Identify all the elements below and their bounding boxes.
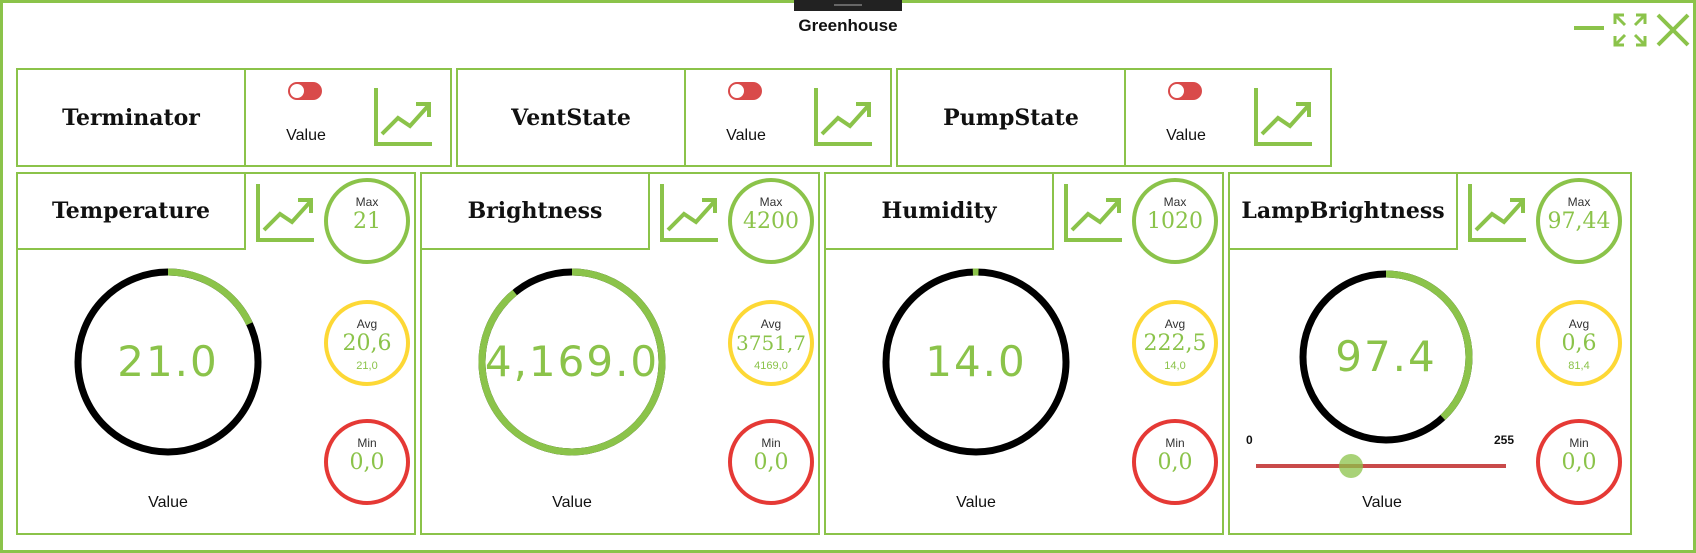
min-indicator: Min 0,0 <box>1132 419 1218 505</box>
avg-value: 3751,7 <box>736 331 806 355</box>
toggle-switch[interactable] <box>288 82 322 100</box>
avg-current: 81,4 <box>1568 360 1590 372</box>
min-title: Min <box>1569 436 1589 450</box>
toggle-switch[interactable] <box>728 82 762 100</box>
max-indicator: Max 1020 <box>1132 178 1218 264</box>
max-value: 4200 <box>743 209 799 234</box>
avg-indicator: Avg 20,6 21,0 <box>324 300 410 386</box>
switch-card-pumpstate: PumpState Value <box>896 68 1332 167</box>
slider-thumb[interactable] <box>1339 454 1364 478</box>
slider-track[interactable] <box>1256 464 1506 468</box>
sensor-card-temperature: Temperature 21.0 Value Max 21 Avg 20,6 2… <box>16 172 416 535</box>
avg-current: 4169,0 <box>754 360 788 372</box>
max-value: 97,44 <box>1547 209 1611 234</box>
max-value: 1020 <box>1147 209 1203 234</box>
value-label: Value <box>552 494 592 511</box>
max-indicator: Max 21 <box>324 178 410 264</box>
chart-trend-icon[interactable] <box>1466 182 1528 244</box>
gauge-value: 14.0 <box>925 337 1027 386</box>
max-value: 21 <box>353 209 381 234</box>
avg-indicator: Avg 3751,7 4169,0 <box>728 300 814 386</box>
maximize-icon[interactable] <box>1612 12 1648 48</box>
sensor-name: LampBrightness <box>1228 172 1458 250</box>
chart-trend-icon[interactable] <box>372 86 434 148</box>
avg-value: 0,6 <box>1561 331 1597 356</box>
avg-value: 222,5 <box>1143 331 1207 356</box>
value-label: Value <box>148 494 188 511</box>
min-title: Min <box>357 436 377 450</box>
max-title: Max <box>355 195 379 209</box>
avg-current: 14,0 <box>1164 360 1186 372</box>
window-title: Greenhouse <box>798 16 898 35</box>
avg-title: Avg <box>1164 317 1186 331</box>
gauge-value: 21.0 <box>117 337 219 386</box>
value-label: Value <box>1362 494 1402 511</box>
min-value: 0,0 <box>753 450 789 475</box>
max-title: Max <box>759 195 783 209</box>
min-title: Min <box>761 436 781 450</box>
min-value: 0,0 <box>349 450 385 475</box>
sensor-card-humidity: Humidity 14.0 Value Max 1020 Avg 222,5 1… <box>824 172 1224 535</box>
switch-name: PumpState <box>896 68 1126 167</box>
chart-trend-icon[interactable] <box>1252 86 1314 148</box>
gauge-value: 4,169.0 <box>484 337 660 386</box>
max-indicator: Max 97,44 <box>1536 178 1622 264</box>
value-label: Value <box>956 494 996 511</box>
switch-card-terminator: Terminator Value <box>16 68 452 167</box>
gauge-value: 97.4 <box>1335 332 1437 381</box>
value-label: Value <box>286 127 326 144</box>
sensor-name: Temperature <box>16 172 246 250</box>
slider-max-label: 255 <box>1494 433 1515 447</box>
min-value: 0,0 <box>1561 450 1597 475</box>
max-title: Max <box>1163 195 1187 209</box>
sensor-card-brightness: Brightness 4,169.0 Value Max 4200 Avg 37… <box>420 172 820 535</box>
max-indicator: Max 4200 <box>728 178 814 264</box>
chart-trend-icon[interactable] <box>254 182 316 244</box>
minimize-icon[interactable] <box>1572 12 1606 46</box>
sensor-card-lampbrightness: LampBrightness 97.4 0 255 Value Max 97,4… <box>1228 172 1632 535</box>
switch-card-ventstate: VentState Value <box>456 68 892 167</box>
max-title: Max <box>1567 195 1591 209</box>
chart-trend-icon[interactable] <box>658 182 720 244</box>
sensor-name: Brightness <box>420 172 650 250</box>
avg-value: 20,6 <box>342 331 392 356</box>
toggle-switch[interactable] <box>1168 82 1202 100</box>
min-value: 0,0 <box>1157 450 1193 475</box>
slider-min-label: 0 <box>1246 433 1253 447</box>
chart-trend-icon[interactable] <box>1062 182 1124 244</box>
value-label: Value <box>726 127 766 144</box>
chart-trend-icon[interactable] <box>812 86 874 148</box>
avg-indicator: Avg 0,6 81,4 <box>1536 300 1622 386</box>
switch-name: VentState <box>456 68 686 167</box>
close-icon[interactable] <box>1655 12 1691 48</box>
sensor-name: Humidity <box>824 172 1054 250</box>
min-indicator: Min 0,0 <box>728 419 814 505</box>
window-drag-handle[interactable] <box>794 0 902 11</box>
min-indicator: Min 0,0 <box>1536 419 1622 505</box>
value-label: Value <box>1166 127 1206 144</box>
avg-indicator: Avg 222,5 14,0 <box>1132 300 1218 386</box>
min-indicator: Min 0,0 <box>324 419 410 505</box>
switch-name: Terminator <box>16 68 246 167</box>
avg-current: 21,0 <box>356 360 378 372</box>
min-title: Min <box>1165 436 1185 450</box>
avg-title: Avg <box>760 317 782 331</box>
avg-title: Avg <box>356 317 378 331</box>
avg-title: Avg <box>1568 317 1590 331</box>
